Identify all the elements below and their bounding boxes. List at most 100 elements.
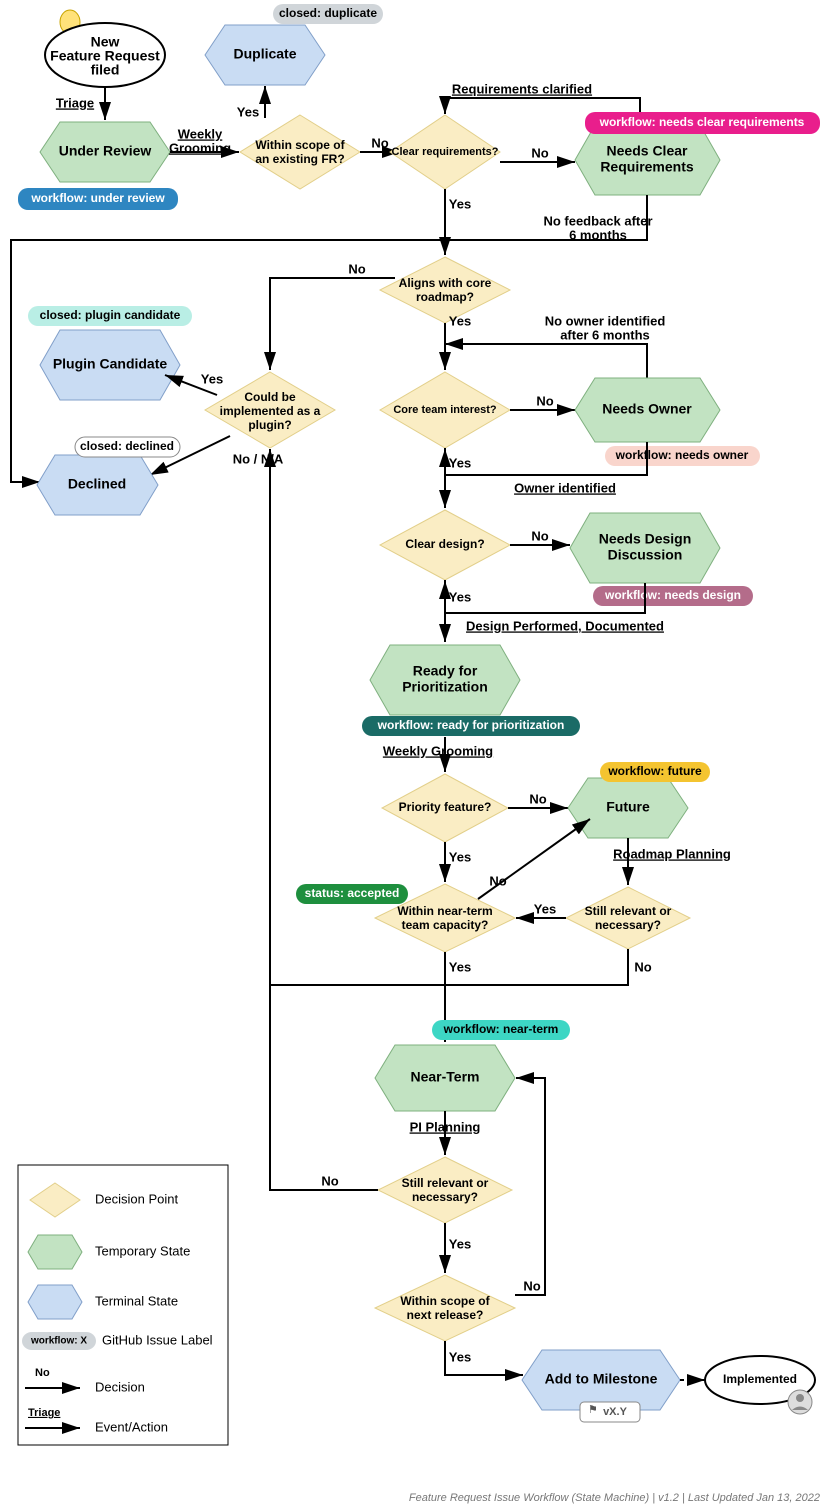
edge-wnr-no bbox=[515, 1078, 545, 1295]
badge-ncr-label: workflow: needs clear requirements bbox=[599, 115, 805, 129]
badge-under-review-label: workflow: under review bbox=[30, 191, 165, 205]
edge-wnr-yes-label: Yes bbox=[449, 1349, 471, 1364]
edge-nofb-l1: No feedback after bbox=[543, 213, 652, 228]
edge-wnr-no-label: No bbox=[523, 1278, 540, 1293]
edge-plugin-yes-label: Yes bbox=[201, 371, 223, 386]
edge-capacity-yes-label: Yes bbox=[449, 959, 471, 974]
edge-design-yes-label: Yes bbox=[449, 589, 471, 604]
edge-wg1-l1: Weekly bbox=[178, 126, 223, 141]
within-scope-l1: Within scope of bbox=[255, 138, 345, 152]
could-plugin-l2: implemented as a bbox=[220, 404, 321, 418]
needs-owner-label: Needs Owner bbox=[602, 401, 692, 417]
capacity-l1: Within near-term bbox=[397, 904, 492, 918]
aligns-l1: Aligns with core bbox=[399, 276, 492, 290]
edge-priority-no-label: No bbox=[529, 791, 546, 806]
could-plugin-l1: Could be bbox=[244, 390, 296, 404]
badge-rfp-label: workflow: ready for prioritization bbox=[377, 718, 565, 732]
badge-needs-owner-label: workflow: needs owner bbox=[615, 448, 749, 462]
edge-nofb-l2: 6 months bbox=[569, 227, 627, 242]
edge-owner-label: Owner identified bbox=[514, 480, 616, 495]
edge-aligns-no-label: No bbox=[348, 261, 365, 276]
badge-needs-design-label: workflow: needs design bbox=[604, 588, 741, 602]
sr2-l2: necessary? bbox=[412, 1190, 478, 1204]
legend-event-label: Event/Action bbox=[95, 1419, 168, 1434]
implemented-label: Implemented bbox=[723, 1372, 797, 1386]
edge-scope-no-label: No bbox=[371, 135, 388, 150]
legend-triage: Triage bbox=[28, 1407, 60, 1419]
legend-temp-label: Temporary State bbox=[95, 1243, 190, 1258]
badge-near-term-label: workflow: near-term bbox=[443, 1022, 559, 1036]
clear-req-label: Clear requirements? bbox=[392, 146, 499, 158]
edge-capacity-no-label: No bbox=[489, 873, 506, 888]
ncr-l2: Requirements bbox=[600, 159, 694, 175]
edge-triage-label: Triage bbox=[56, 95, 94, 110]
milestone-tag-label: vX.Y bbox=[603, 1406, 628, 1418]
edge-wg2-label: Weekly Grooming bbox=[383, 743, 493, 758]
badge-duplicate-label: closed: duplicate bbox=[279, 6, 377, 20]
needs-design-l2: Discussion bbox=[608, 547, 683, 563]
edge-core-no-label: No bbox=[536, 393, 553, 408]
workflow-diagram: New Feature Request filed Triage Under R… bbox=[0, 0, 831, 1508]
sr1-l1: Still relevant or bbox=[585, 904, 672, 918]
badge-plugin-label: closed: plugin candidate bbox=[40, 308, 181, 322]
sr2-l1: Still relevant or bbox=[402, 1176, 489, 1190]
edge-noowner-l2: after 6 months bbox=[560, 327, 650, 342]
edge-priority-yes-label: Yes bbox=[449, 849, 471, 864]
clear-design-label: Clear design? bbox=[405, 537, 484, 551]
edge-no-owner-6mo-2 bbox=[445, 344, 647, 378]
badge-accepted-label: status: accepted bbox=[305, 886, 400, 900]
edge-design-no-label: No bbox=[531, 528, 548, 543]
edge-noowner-l1: No owner identified bbox=[545, 313, 666, 328]
legend-term-label: Terminal State bbox=[95, 1293, 178, 1308]
edge-wg1-l2: Grooming bbox=[169, 140, 231, 155]
edge-sr2-no bbox=[270, 986, 378, 1190]
future-label: Future bbox=[606, 799, 650, 815]
capacity-l2: team capacity? bbox=[402, 918, 489, 932]
plugin-cand-label: Plugin Candidate bbox=[53, 356, 168, 372]
edge-aligns-no bbox=[270, 278, 395, 370]
footer: Feature Request Issue Workflow (State Ma… bbox=[409, 1492, 820, 1504]
priority-label: Priority feature? bbox=[399, 800, 492, 814]
edge-sr2-no-label: No bbox=[321, 1173, 338, 1188]
rfp-l1: Ready for bbox=[413, 663, 478, 679]
edge-sr1-yes-label: Yes bbox=[534, 901, 556, 916]
edge-plugin-no-label: No / N/A bbox=[233, 451, 284, 466]
edge-clearreq-no-label: No bbox=[531, 145, 548, 160]
edge-pi-label: PI Planning bbox=[410, 1119, 481, 1134]
legend-term-icon bbox=[28, 1285, 82, 1319]
legend-badge-text: workflow: X bbox=[30, 1336, 87, 1347]
badge-declined-label: closed: declined bbox=[80, 439, 174, 453]
edge-scope-yes-label: Yes bbox=[237, 104, 259, 119]
legend-badge-label: GitHub Issue Label bbox=[102, 1332, 213, 1347]
edge-sr1-no-label: No bbox=[634, 959, 651, 974]
edge-core-yes-label: Yes bbox=[449, 455, 471, 470]
legend-no: No bbox=[35, 1367, 50, 1379]
declined-label: Declined bbox=[68, 476, 126, 492]
within-scope-l2: an existing FR? bbox=[255, 152, 344, 166]
edge-clearreq-yes-label: Yes bbox=[449, 196, 471, 211]
sr1-l2: necessary? bbox=[595, 918, 661, 932]
could-plugin-l3: plugin? bbox=[248, 418, 291, 432]
legend-decision-label: Decision Point bbox=[95, 1191, 178, 1206]
edge-aligns-yes-label: Yes bbox=[449, 313, 471, 328]
under-review-label: Under Review bbox=[59, 143, 152, 159]
aligns-l2: roadmap? bbox=[416, 290, 474, 304]
badge-future-label: workflow: future bbox=[607, 764, 702, 778]
edge-sr2-yes-label: Yes bbox=[449, 1236, 471, 1251]
core-team-label: Core team interest? bbox=[393, 404, 497, 416]
wnr-l2: next release? bbox=[407, 1308, 484, 1322]
svg-text:⚑: ⚑ bbox=[588, 1404, 598, 1416]
near-term-label: Near-Term bbox=[411, 1069, 480, 1085]
ncr-l1: Needs Clear bbox=[607, 143, 688, 159]
wnr-l1: Within scope of bbox=[400, 1294, 490, 1308]
add-milestone-label: Add to Milestone bbox=[545, 1371, 658, 1387]
edge-roadmap-label: Roadmap Planning bbox=[613, 846, 731, 861]
legend-temp-icon bbox=[28, 1235, 82, 1269]
edge-design-performed-label: Design Performed, Documented bbox=[466, 618, 664, 633]
start-label-l3: filed bbox=[91, 62, 120, 78]
edge-req-clarified-label: Requirements clarified bbox=[452, 81, 592, 96]
needs-design-l1: Needs Design bbox=[599, 531, 692, 547]
legend-decision-arrow-label: Decision bbox=[95, 1379, 145, 1394]
rfp-l2: Prioritization bbox=[402, 679, 488, 695]
duplicate-label: Duplicate bbox=[233, 46, 296, 62]
